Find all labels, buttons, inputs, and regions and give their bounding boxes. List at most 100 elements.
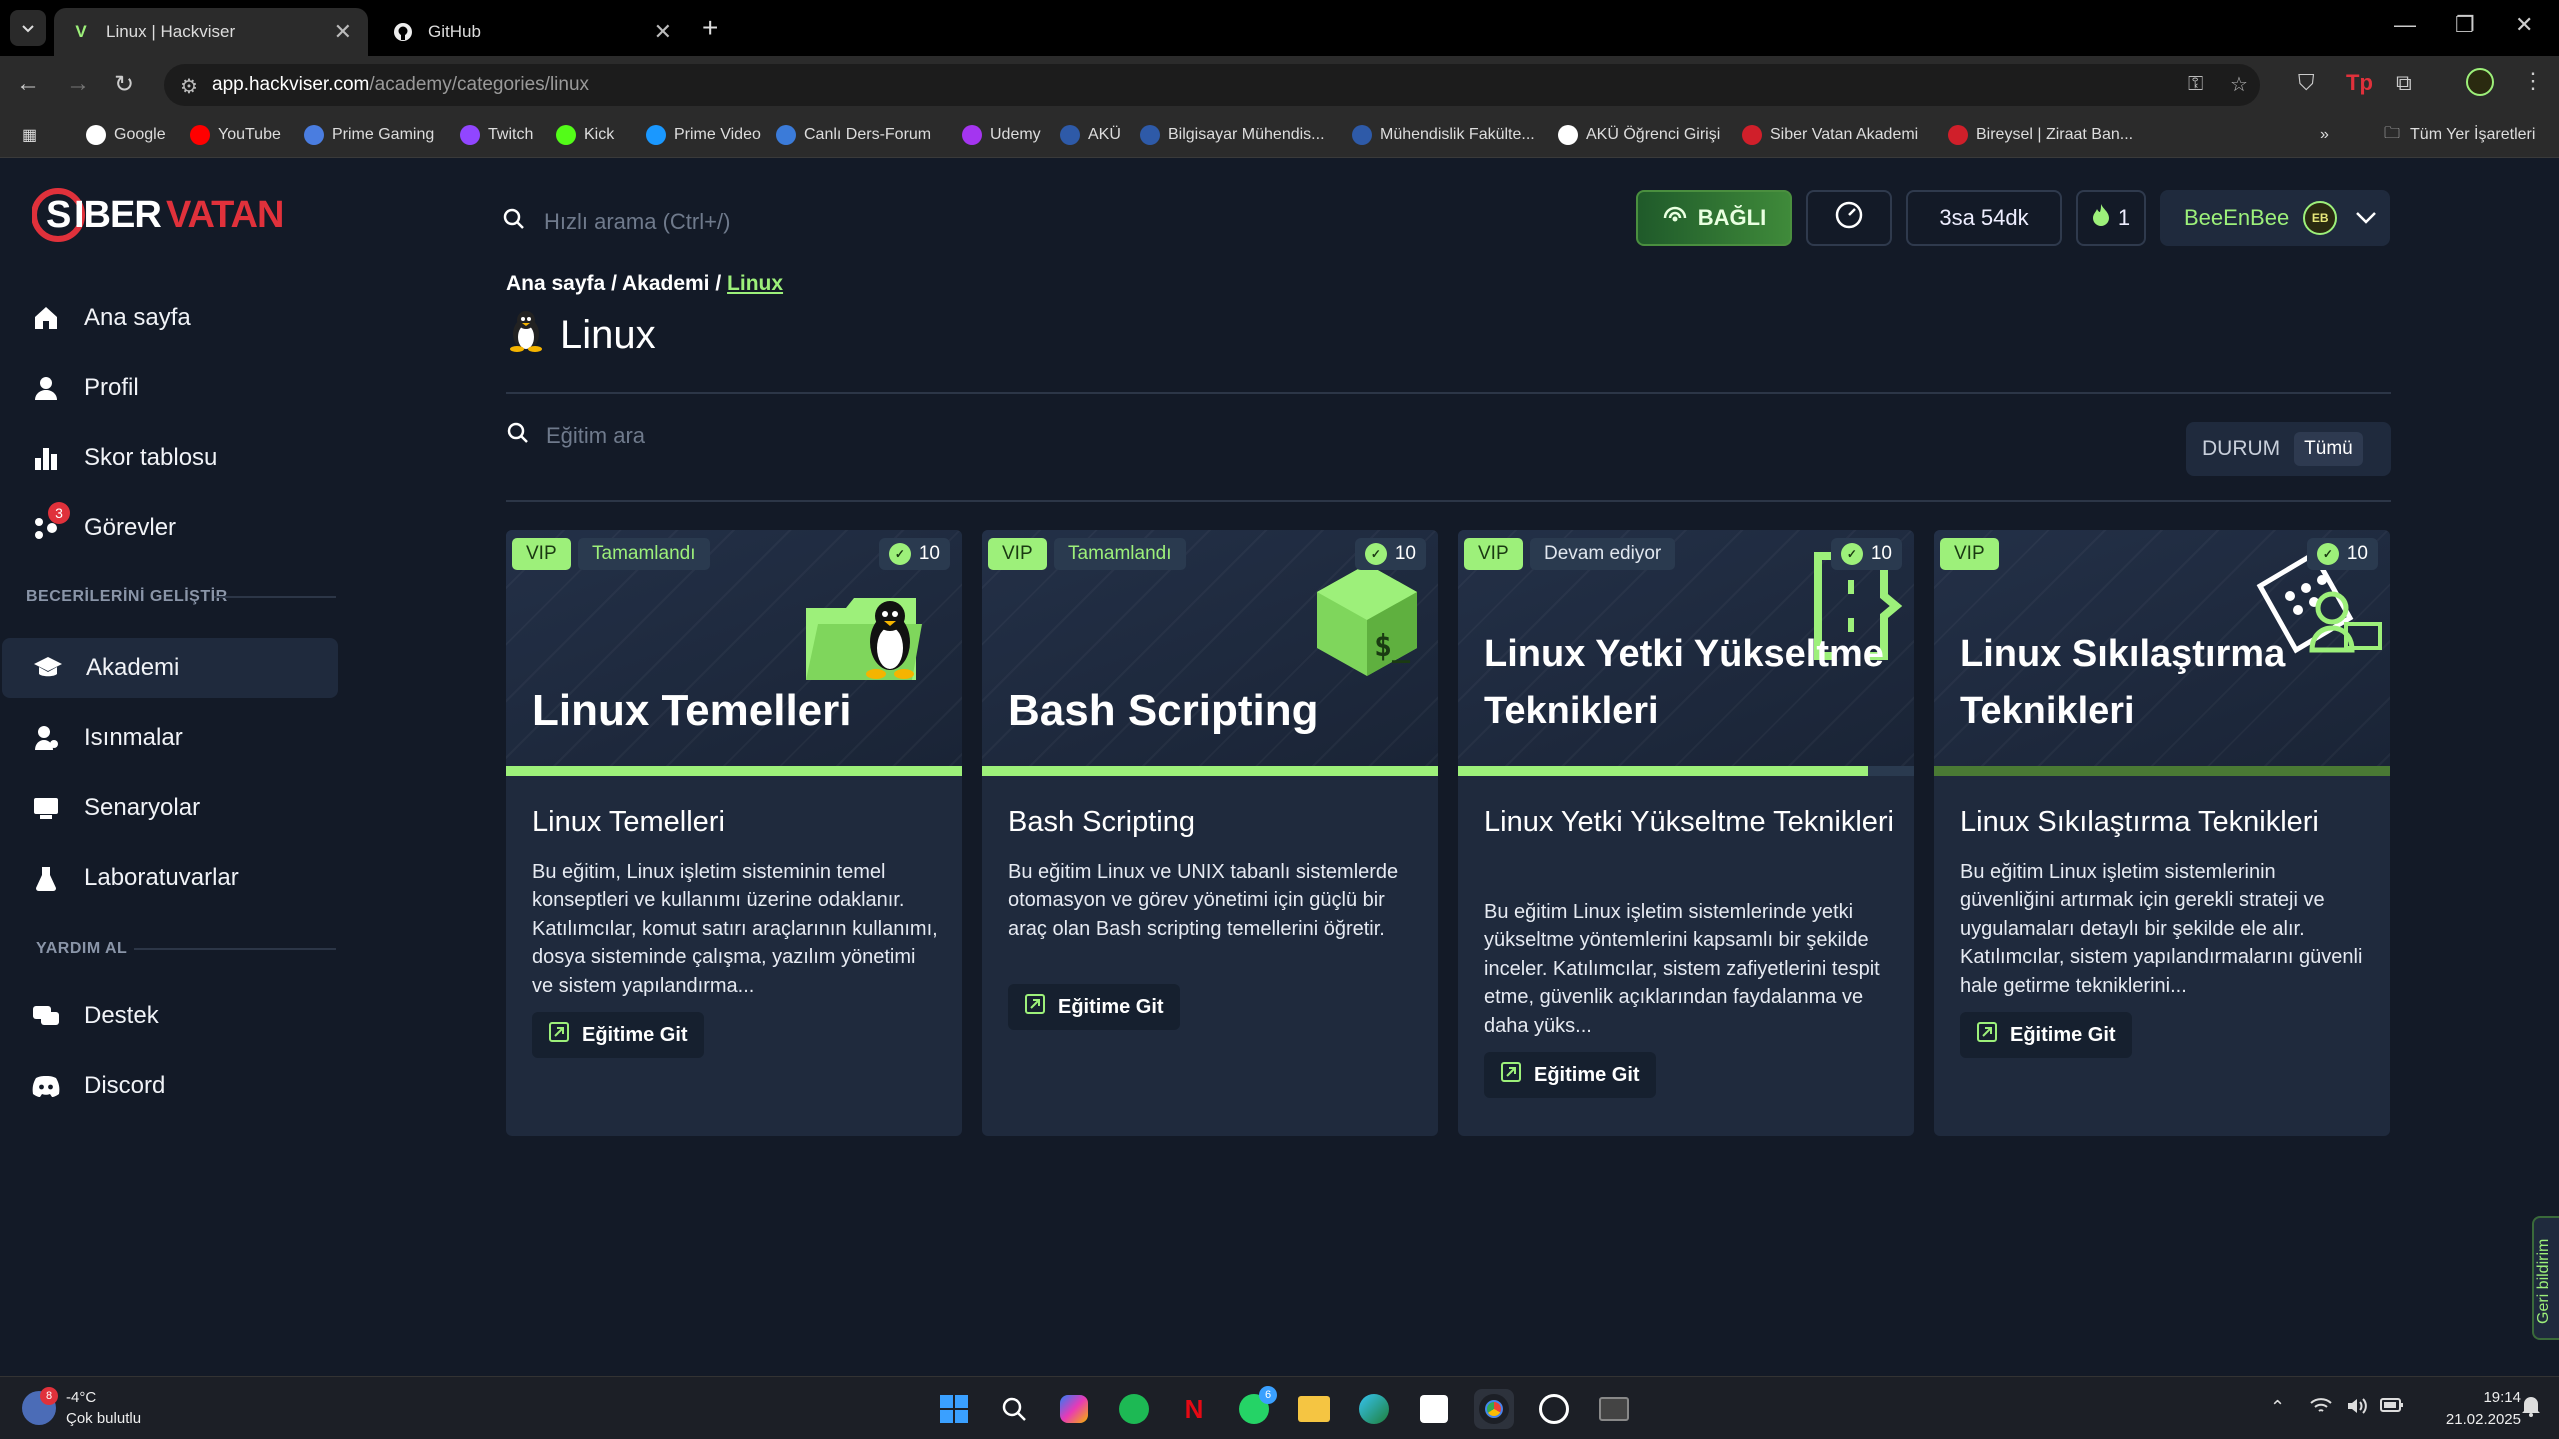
windows-start-icon[interactable] bbox=[934, 1389, 974, 1429]
bookmark-star-icon[interactable]: ☆ bbox=[2230, 72, 2248, 97]
chevron-down-icon bbox=[22, 25, 34, 33]
google-icon bbox=[86, 125, 106, 145]
course-card-linux-basics[interactable]: VIP Tamamlandı ✓ 10 Linux Temelleri Linux… bbox=[506, 530, 962, 1136]
taskbar-search-icon[interactable] bbox=[994, 1389, 1034, 1429]
bookmark-item[interactable]: Siber Vatan Akademi bbox=[1742, 122, 1918, 148]
sibervatan-logo[interactable]: S IBER VATAN bbox=[32, 184, 286, 244]
bookmark-item[interactable]: Twitch bbox=[460, 122, 533, 148]
chatgpt-icon[interactable] bbox=[1534, 1389, 1574, 1429]
speedometer-icon bbox=[1834, 200, 1864, 236]
netflix-icon[interactable]: N bbox=[1174, 1389, 1214, 1429]
reload-icon[interactable]: ↻ bbox=[114, 70, 134, 99]
volume-icon[interactable] bbox=[2346, 1397, 2368, 1420]
apps-grid-icon[interactable]: ▦ bbox=[22, 122, 37, 148]
bookmark-item[interactable]: Bilgisayar Mühendis... bbox=[1140, 122, 1325, 148]
file-explorer-icon[interactable] bbox=[1294, 1389, 1334, 1429]
more-bookmarks-icon[interactable]: » bbox=[2320, 122, 2329, 148]
bookmark-item[interactable]: Udemy bbox=[962, 122, 1041, 148]
back-icon[interactable]: ← bbox=[16, 70, 40, 98]
tab-search-button[interactable] bbox=[10, 10, 46, 46]
sidebar-item-support[interactable]: Destek bbox=[0, 986, 336, 1046]
sidebar-item-profile[interactable]: Profil bbox=[0, 358, 336, 418]
close-tab-icon[interactable]: ✕ bbox=[334, 19, 352, 45]
check-coin-icon: ✓ bbox=[2316, 543, 2339, 565]
notification-icon[interactable] bbox=[2520, 1395, 2542, 1422]
timer-button[interactable]: 3sa 54dk bbox=[1906, 190, 2062, 246]
shield-extension-icon[interactable]: ⛉ bbox=[2298, 70, 2315, 96]
tray-overflow-icon[interactable]: ⌃ bbox=[2270, 1397, 2285, 1418]
speedometer-button[interactable] bbox=[1806, 190, 1892, 246]
store-icon[interactable] bbox=[1414, 1389, 1454, 1429]
user-menu-button[interactable]: BeeEnBee EB bbox=[2160, 190, 2390, 246]
progress-fill bbox=[506, 766, 962, 776]
section-title-skills: BECERİLERİNİ GELİŞTİR bbox=[26, 588, 228, 605]
bookmark-item[interactable]: Mühendislik Fakülte... bbox=[1352, 122, 1535, 148]
bookmark-item[interactable]: Google bbox=[86, 122, 166, 148]
sidebar-item-tasks[interactable]: 3 Görevler bbox=[0, 498, 336, 558]
profile-avatar-icon[interactable] bbox=[2466, 68, 2494, 102]
course-card-privilege-escalation[interactable]: VIP Devam ediyor ✓ 10 Linux Yetki Yükselt… bbox=[1458, 530, 1914, 1136]
bookmark-item[interactable]: Kick bbox=[556, 122, 614, 148]
weather-widget[interactable]: 8 -4°C Çok bulutlu bbox=[22, 1387, 141, 1429]
course-card-hardening[interactable]: VIP ✓ 10 Linux Sıkılaştırma Teknikleri Li… bbox=[1934, 530, 2390, 1136]
course-search[interactable]: Eğitim ara bbox=[506, 416, 1506, 456]
address-bar[interactable]: ⚙ app.hackviser.com/academy/categories/l… bbox=[164, 64, 2260, 106]
more-menu-icon[interactable]: ⋮ bbox=[2522, 68, 2544, 94]
tp-extension-icon[interactable]: Tp bbox=[2346, 70, 2373, 96]
tab-github[interactable]: GitHub ✕ bbox=[376, 8, 688, 56]
status-filter[interactable]: DURUM Tümü bbox=[2186, 422, 2391, 476]
status-badge: Tamamlandı bbox=[1054, 538, 1186, 570]
bookmark-item[interactable]: AKÜ bbox=[1060, 122, 1121, 148]
copilot-icon[interactable] bbox=[1054, 1389, 1094, 1429]
sidebar-item-warmups[interactable]: Isınmalar bbox=[0, 708, 336, 768]
sidebar-item-academy[interactable]: Akademi bbox=[2, 638, 338, 698]
feedback-tab[interactable]: Geri bildirim bbox=[2532, 1216, 2559, 1340]
go-to-course-button[interactable]: Eğitime Git bbox=[1008, 984, 1180, 1030]
site-info-icon[interactable]: ⚙ bbox=[180, 74, 198, 99]
wifi-icon[interactable] bbox=[2310, 1397, 2332, 1420]
sidebar-item-discord[interactable]: Discord bbox=[0, 1056, 336, 1116]
spotify-icon[interactable] bbox=[1114, 1389, 1154, 1429]
close-window-icon[interactable]: ✕ bbox=[2515, 12, 2533, 38]
bookmark-item[interactable]: Prime Gaming bbox=[304, 122, 434, 148]
extensions-puzzle-icon[interactable]: ⧉ bbox=[2396, 70, 2412, 96]
clock[interactable]: 19:14 21.02.2025 bbox=[2446, 1387, 2521, 1431]
bookmark-item[interactable]: Bireysel | Ziraat Ban... bbox=[1948, 122, 2133, 148]
tab-hackviser[interactable]: V Linux | Hackviser ✕ bbox=[54, 8, 368, 56]
sidebar-item-home[interactable]: Ana sayfa bbox=[0, 288, 336, 348]
bookmark-item[interactable]: YouTube bbox=[190, 122, 281, 148]
sidebar-item-labs[interactable]: Laboratuvarlar bbox=[0, 848, 336, 908]
edge-icon[interactable] bbox=[1354, 1389, 1394, 1429]
battery-icon[interactable] bbox=[2380, 1397, 2404, 1418]
go-to-course-label: Eğitime Git bbox=[2010, 1023, 2116, 1046]
all-bookmarks-folder[interactable]: 🗀 Tüm Yer İşaretleri bbox=[2384, 122, 2535, 148]
whatsapp-icon[interactable]: 6 bbox=[1234, 1386, 1277, 1429]
sidebar-item-scoreboard[interactable]: Skor tablosu bbox=[0, 428, 336, 488]
xp-value: 10 bbox=[918, 543, 940, 564]
breadcrumb-home[interactable]: Ana sayfa bbox=[506, 272, 605, 295]
sidebar-item-scenarios[interactable]: Senaryolar bbox=[0, 778, 336, 838]
forward-icon[interactable]: → bbox=[66, 70, 90, 98]
go-to-course-button[interactable]: Eğitime Git bbox=[532, 1012, 704, 1058]
breadcrumb-academy[interactable]: Akademi bbox=[622, 272, 710, 295]
status-selected-value[interactable]: Tümü bbox=[2294, 432, 2363, 466]
breadcrumb-current[interactable]: Linux bbox=[727, 272, 783, 295]
key-icon[interactable]: ⚿ bbox=[2188, 73, 2203, 96]
quick-search[interactable]: Hızlı arama (Ctrl+/) bbox=[502, 202, 1062, 242]
vpn-connected-button[interactable]: BAĞLI bbox=[1636, 190, 1792, 246]
chrome-icon[interactable] bbox=[1474, 1389, 1514, 1429]
new-tab-button[interactable]: + bbox=[702, 12, 718, 44]
course-card-bash-scripting[interactable]: $_ VIP Tamamlandı ✓ 10 Bash Scripting Bas… bbox=[982, 530, 1438, 1136]
card-banner: $_ VIP Tamamlandı ✓ 10 Bash Scripting bbox=[982, 530, 1438, 766]
go-to-course-button[interactable]: Eğitime Git bbox=[1960, 1012, 2132, 1058]
bookmark-item[interactable]: AKÜ Öğrenci Girişi bbox=[1558, 122, 1720, 148]
minimize-icon[interactable]: — bbox=[2394, 12, 2416, 38]
bookmark-item[interactable]: Prime Video bbox=[646, 122, 761, 148]
close-tab-icon[interactable]: ✕ bbox=[654, 19, 672, 45]
restore-icon[interactable]: ❐ bbox=[2455, 12, 2475, 38]
logo-graphic: S IBER VATAN bbox=[32, 188, 284, 242]
streak-button[interactable]: 1 bbox=[2076, 190, 2146, 246]
terminal-icon[interactable] bbox=[1594, 1389, 1634, 1429]
go-to-course-button[interactable]: Eğitime Git bbox=[1484, 1052, 1656, 1098]
bookmark-item[interactable]: Canlı Ders-Forum bbox=[776, 122, 931, 148]
